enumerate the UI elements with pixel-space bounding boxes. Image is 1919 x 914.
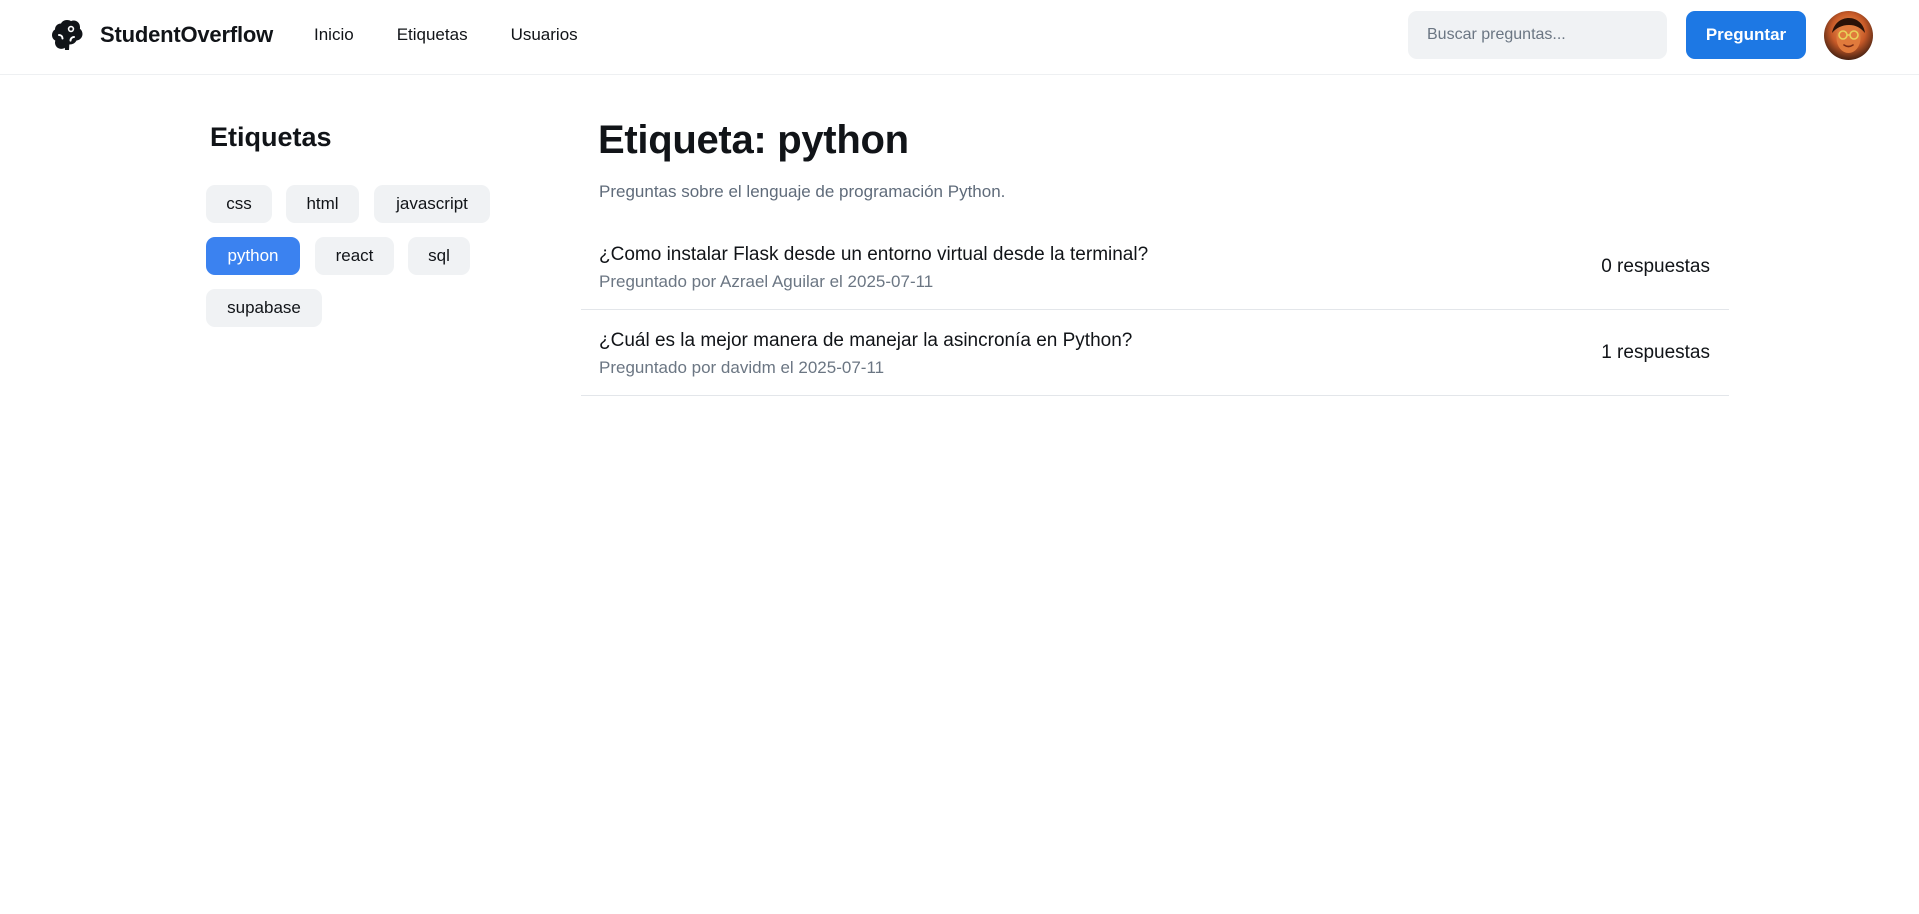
question-meta: Preguntado por Azrael Aguilar el 2025-07… [599,272,934,291]
user-avatar[interactable] [1824,11,1873,60]
main-nav: Inicio Etiquetas Usuarios [314,25,621,45]
tag-react[interactable]: react [315,237,394,275]
answer-count: 0 respuestas [1601,256,1710,277]
nav-usuarios[interactable]: Usuarios [511,25,578,45]
tag-description: Preguntas sobre el lenguaje de programac… [599,182,1006,201]
tag-supabase[interactable]: supabase [206,289,322,327]
tag-css[interactable]: css [206,185,272,223]
page-title: Etiqueta: python [598,118,909,162]
brain-logo-icon[interactable] [48,16,86,54]
sidebar-title: Etiquetas [210,122,332,152]
question-list: ¿Como instalar Flask desde un entorno vi… [581,224,1729,396]
question-row[interactable]: ¿Como instalar Flask desde un entorno vi… [581,224,1729,310]
tag-sql[interactable]: sql [408,237,470,275]
tag-javascript[interactable]: javascript [374,185,490,223]
tag-python[interactable]: python [206,237,300,275]
question-title[interactable]: ¿Como instalar Flask desde un entorno vi… [599,244,1148,266]
nav-etiquetas[interactable]: Etiquetas [397,25,468,45]
nav-inicio[interactable]: Inicio [314,25,354,45]
avatar-face-icon [1832,18,1865,53]
answer-count: 1 respuestas [1601,342,1710,363]
question-meta: Preguntado por davidm el 2025-07-11 [599,358,885,377]
top-navbar: StudentOverflow Inicio Etiquetas Usuario… [0,0,1919,75]
tag-html[interactable]: html [286,185,359,223]
ask-question-button[interactable]: Preguntar [1686,11,1806,59]
brand-name[interactable]: StudentOverflow [100,22,273,48]
search-input[interactable] [1408,11,1667,59]
question-title[interactable]: ¿Cuál es la mejor manera de manejar la a… [599,330,1132,352]
question-row[interactable]: ¿Cuál es la mejor manera de manejar la a… [581,310,1729,396]
